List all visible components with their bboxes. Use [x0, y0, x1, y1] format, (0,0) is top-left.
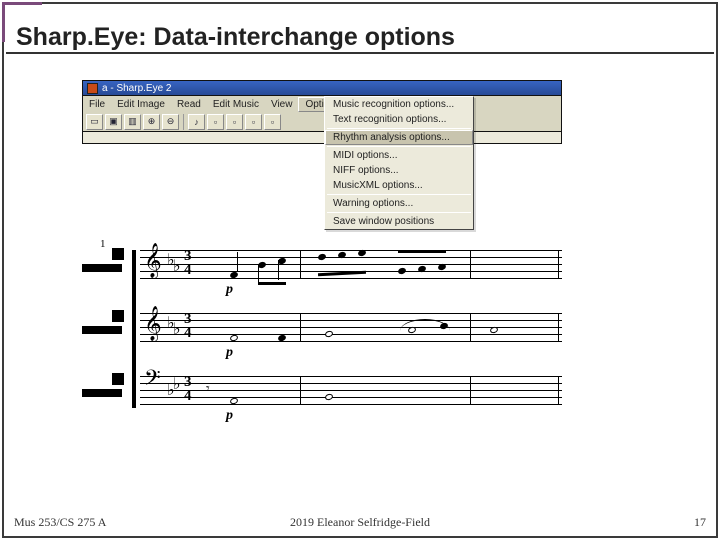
menu-item-rhythm[interactable]: Rhythm analysis options... — [325, 130, 473, 145]
staff-box-3 — [112, 373, 124, 385]
staff-box-1 — [112, 248, 124, 260]
system-number: 1 — [100, 238, 106, 250]
menu-separator — [327, 128, 471, 129]
title-area: Sharp.Eye: Data-interchange options — [14, 12, 706, 62]
beam — [258, 282, 286, 285]
barline — [470, 250, 471, 278]
menu-item-music-recog[interactable]: Music recognition options... — [325, 97, 473, 112]
toolbar: ▭ ▣ ▥ ⊕ ⊖ ♪ ▫ ▫ ▫ ▫ — [82, 112, 562, 132]
note-stem — [278, 260, 279, 280]
note-stem — [237, 252, 238, 272]
barline — [470, 313, 471, 341]
barline — [558, 313, 559, 341]
barline — [300, 376, 301, 404]
tool-pages-icon[interactable]: ▥ — [124, 114, 141, 130]
toolbar-separator — [183, 114, 184, 130]
notehead — [397, 267, 406, 275]
half-notehead — [489, 326, 498, 334]
tool-small-3-icon[interactable]: ▫ — [245, 114, 262, 130]
time-signature: 3 4 — [184, 312, 192, 340]
time-sig-top: 3 — [184, 249, 192, 263]
window-titlebar: a - Sharp.Eye 2 — [82, 80, 562, 96]
slide-footer: Mus 253/CS 275 A 2019 Eleanor Selfridge-… — [14, 515, 706, 530]
tool-zoom-in-icon[interactable]: ⊕ — [143, 114, 160, 130]
notehead — [357, 249, 366, 257]
menu-read[interactable]: Read — [171, 98, 207, 111]
half-notehead — [324, 393, 333, 401]
key-flat-icon: ♭ — [173, 374, 181, 394]
time-sig-bot: 4 — [184, 326, 192, 340]
footer-center: 2019 Eleanor Selfridge-Field — [14, 515, 706, 530]
system-bracket — [132, 250, 136, 408]
key-flat-icon: ♭ — [173, 256, 181, 276]
staff-3: 𝄢 ♭ ♭ 3 4 𝄾 p — [140, 376, 562, 408]
tool-open-icon[interactable]: ▭ — [86, 114, 103, 130]
app-canvas-strip — [82, 132, 562, 144]
menu-edit-music[interactable]: Edit Music — [207, 98, 265, 111]
app-icon — [87, 83, 98, 94]
time-sig-bot: 4 — [184, 263, 192, 277]
time-sig-bot: 4 — [184, 389, 192, 403]
menu-item-save-pos[interactable]: Save window positions — [325, 214, 473, 229]
menu-item-musicxml[interactable]: MusicXML options... — [325, 178, 473, 193]
barline — [558, 250, 559, 278]
multirest-bar-1 — [82, 264, 122, 272]
slide-title: Sharp.Eye: Data-interchange options — [14, 23, 455, 52]
dynamic-mark: p — [226, 282, 233, 298]
menu-separator — [327, 146, 471, 147]
dynamic-mark: p — [226, 345, 233, 361]
barline — [300, 250, 301, 278]
treble-clef-icon: 𝄞 — [144, 307, 162, 341]
tool-notes-icon[interactable]: ♪ — [188, 114, 205, 130]
beam — [398, 250, 446, 253]
menu-separator — [327, 212, 471, 213]
staff-box-2 — [112, 310, 124, 322]
half-notehead — [324, 330, 333, 338]
notehead — [437, 263, 446, 271]
dynamic-mark: p — [226, 408, 233, 424]
menu-view[interactable]: View — [265, 98, 299, 111]
menubar: File Edit Image Read Edit Music View Opt… — [82, 96, 562, 112]
app-screenshot: a - Sharp.Eye 2 File Edit Image Read Edi… — [82, 80, 562, 470]
tool-small-1-icon[interactable]: ▫ — [207, 114, 224, 130]
eighth-rest-icon: 𝄾 — [206, 382, 210, 398]
key-flat-icon: ♭ — [173, 319, 181, 339]
note-stem — [258, 264, 259, 284]
menu-item-warning[interactable]: Warning options... — [325, 196, 473, 211]
tool-small-4-icon[interactable]: ▫ — [264, 114, 281, 130]
menu-item-midi[interactable]: MIDI options... — [325, 148, 473, 163]
window-title-text: a - Sharp.Eye 2 — [102, 83, 171, 94]
tool-small-2-icon[interactable]: ▫ — [226, 114, 243, 130]
treble-clef-icon: 𝄞 — [144, 244, 162, 278]
time-signature: 3 4 — [184, 249, 192, 277]
options-dropdown: Music recognition options... Text recogn… — [324, 96, 474, 230]
menu-file[interactable]: File — [83, 98, 111, 111]
barline — [300, 313, 301, 341]
menu-edit-image[interactable]: Edit Image — [111, 98, 171, 111]
time-sig-top: 3 — [184, 375, 192, 389]
time-sig-top: 3 — [184, 312, 192, 326]
score-region: 1 𝄞 ♭ ♭ 3 4 — [82, 250, 562, 460]
menu-separator — [327, 194, 471, 195]
staff-1: 𝄞 ♭ ♭ 3 4 p — [140, 250, 562, 282]
menu-item-niff[interactable]: NIFF options... — [325, 163, 473, 178]
title-underline — [6, 52, 714, 54]
tool-zoom-out-icon[interactable]: ⊖ — [162, 114, 179, 130]
barline — [470, 376, 471, 404]
notehead — [317, 253, 326, 261]
time-signature: 3 4 — [184, 375, 192, 403]
bass-clef-icon: 𝄢 — [144, 366, 161, 397]
multirest-bar-3 — [82, 389, 122, 397]
staff-2: 𝄞 ♭ ♭ 3 4 p — [140, 313, 562, 345]
menu-item-text-recog[interactable]: Text recognition options... — [325, 112, 473, 127]
tool-folder-icon[interactable]: ▣ — [105, 114, 122, 130]
barline — [558, 376, 559, 404]
multirest-bar-2 — [82, 326, 122, 334]
